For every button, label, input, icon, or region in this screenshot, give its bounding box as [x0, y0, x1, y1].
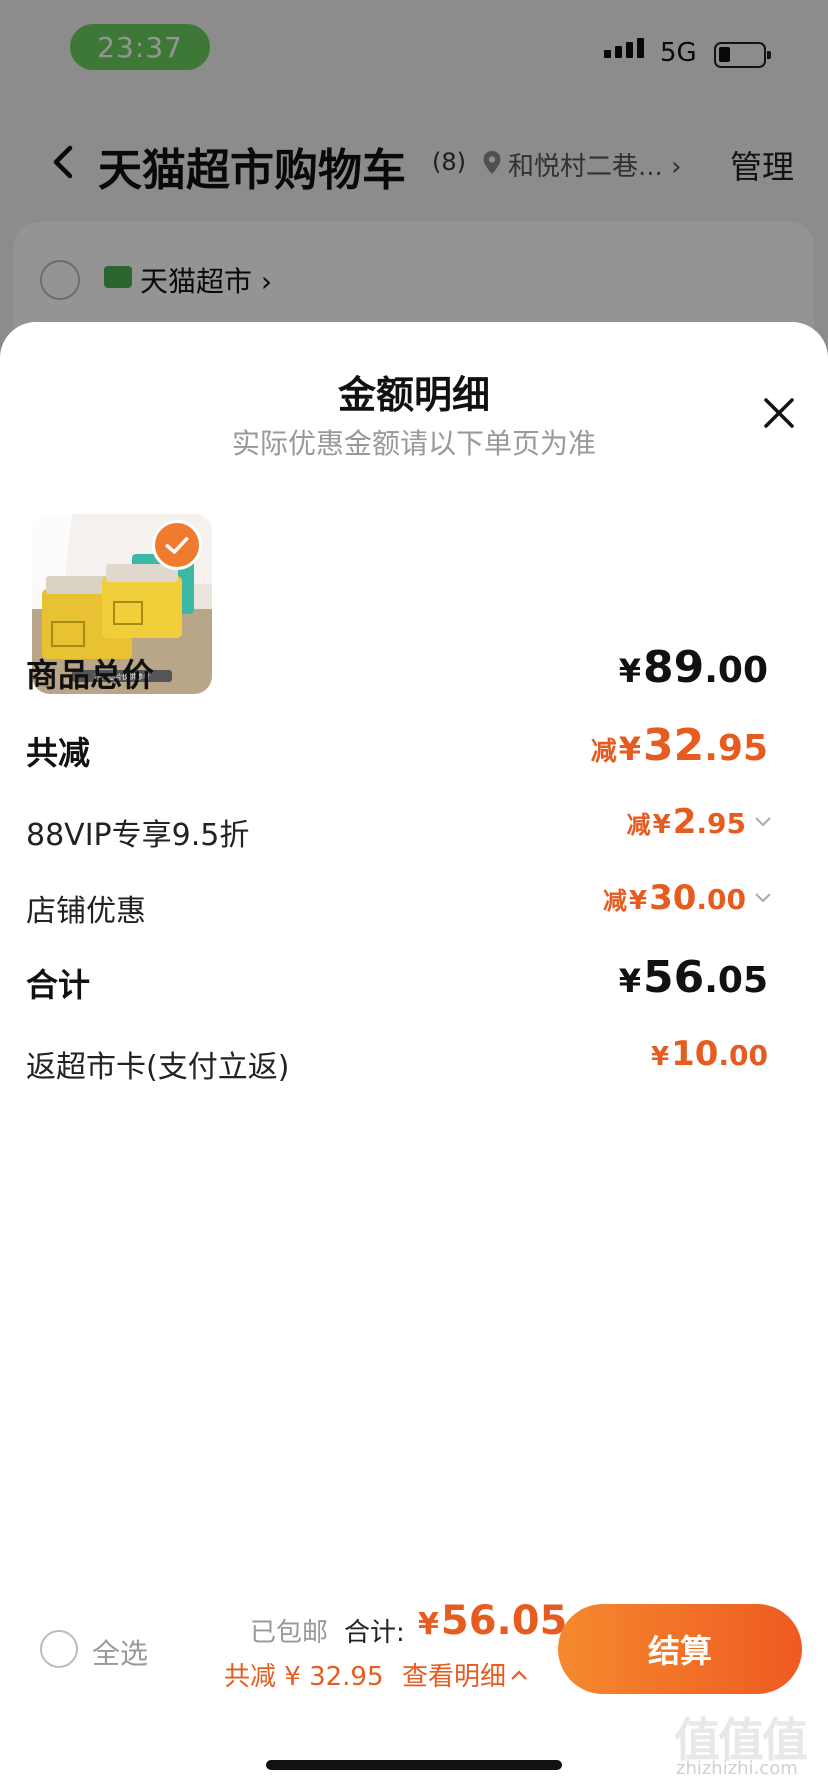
goods-total-label: 商品总价 [26, 656, 155, 694]
amount-decimal: .00 [704, 650, 768, 691]
row-vip-discount[interactable]: 88VIP专享9.5折 减 ¥2.95 [26, 802, 771, 862]
total-value: 56.05 [440, 1598, 568, 1644]
row-total-reduction: 共减 减 ¥32.95 [26, 720, 768, 780]
total-amount: ¥56.05 [418, 1598, 567, 1644]
reduction-prefix: 减 [590, 737, 617, 767]
currency-symbol: ¥ [618, 962, 641, 1000]
watermark-url: zhizhizhi.com [676, 1758, 798, 1779]
goods-total-amount: ¥89.00 [619, 642, 768, 693]
free-shipping-label: 已包邮 [250, 1618, 329, 1648]
amount-integer: 89 [642, 642, 705, 693]
amount-decimal: .95 [696, 807, 746, 840]
chevron-up-icon [511, 1669, 527, 1680]
amount-integer: 56 [642, 952, 705, 1003]
amount-integer: 30 [649, 878, 697, 918]
currency-symbol: ¥ [618, 652, 641, 690]
cashback-label: 返超市卡(支付立返) [26, 1050, 290, 1085]
currency-symbol: ¥ [652, 810, 671, 840]
select-all-radio[interactable] [40, 1630, 78, 1668]
vip-discount-amount: 减 ¥2.95 [627, 802, 746, 842]
select-all-label[interactable]: 全选 [92, 1632, 148, 1672]
subtotal-amount: ¥56.05 [619, 952, 768, 1003]
view-detail-text: 查看明细 [402, 1662, 507, 1692]
store-discount-label: 店铺优惠 [26, 894, 146, 929]
amount-integer: 10 [671, 1034, 719, 1074]
close-icon[interactable] [762, 396, 796, 430]
sheet-title: 金额明细 [337, 373, 490, 417]
row-goods-total: 商品总价 ¥89.00 [26, 642, 768, 702]
selected-check-icon [152, 520, 202, 570]
checkout-bar: 全选 已包邮 合计: ¥56.05 共减 ¥ 32.95 查看明细 结算 [0, 1590, 828, 1720]
currency-symbol: ¥ [418, 1607, 439, 1642]
amount-decimal: .00 [696, 883, 746, 916]
vip-discount-label: 88VIP专享9.5折 [26, 818, 250, 853]
store-discount-amount: 减 ¥30.00 [603, 878, 746, 918]
amount-decimal: .00 [718, 1039, 768, 1072]
amount-integer: 2 [672, 802, 697, 842]
amount-decimal: .95 [704, 728, 768, 769]
subtotal-label: 合计 [26, 966, 91, 1004]
amount-decimal: .05 [704, 960, 768, 1001]
sheet-subtitle: 实际优惠金额请以下单页为准 [231, 427, 596, 460]
total-reduction-amount: 减 ¥32.95 [591, 720, 768, 771]
cashback-amount: ¥10.00 [651, 1034, 768, 1074]
row-store-discount[interactable]: 店铺优惠 减 ¥30.00 [26, 878, 771, 938]
view-detail-link[interactable]: 查看明细 [402, 1656, 528, 1693]
reduction-prefix: 减 [626, 811, 651, 839]
total-label: 合计: [344, 1618, 405, 1648]
currency-symbol: ¥ [650, 1042, 670, 1072]
home-indicator[interactable] [266, 1760, 562, 1770]
row-subtotal: 合计 ¥56.05 [26, 952, 768, 1012]
chevron-down-icon[interactable] [754, 892, 772, 904]
currency-symbol: ¥ [618, 730, 641, 768]
currency-symbol: ¥ [628, 886, 648, 916]
row-cashback: 返超市卡(支付立返) ¥10.00 [26, 1034, 768, 1094]
total-reduction-label: 共减 [26, 734, 91, 772]
amount-integer: 32 [642, 720, 705, 771]
checkout-button[interactable]: 结算 [558, 1604, 802, 1694]
reduction-prefix: 减 [602, 887, 627, 915]
amount-detail-sheet: 金额明细 实际优惠金额请以下单页为准 注：图片仅供参考 商品总价 ¥89.00 [0, 322, 828, 1792]
total-saved: 共减 ¥ 32.95 [224, 1662, 384, 1692]
chevron-down-icon[interactable] [754, 816, 772, 828]
